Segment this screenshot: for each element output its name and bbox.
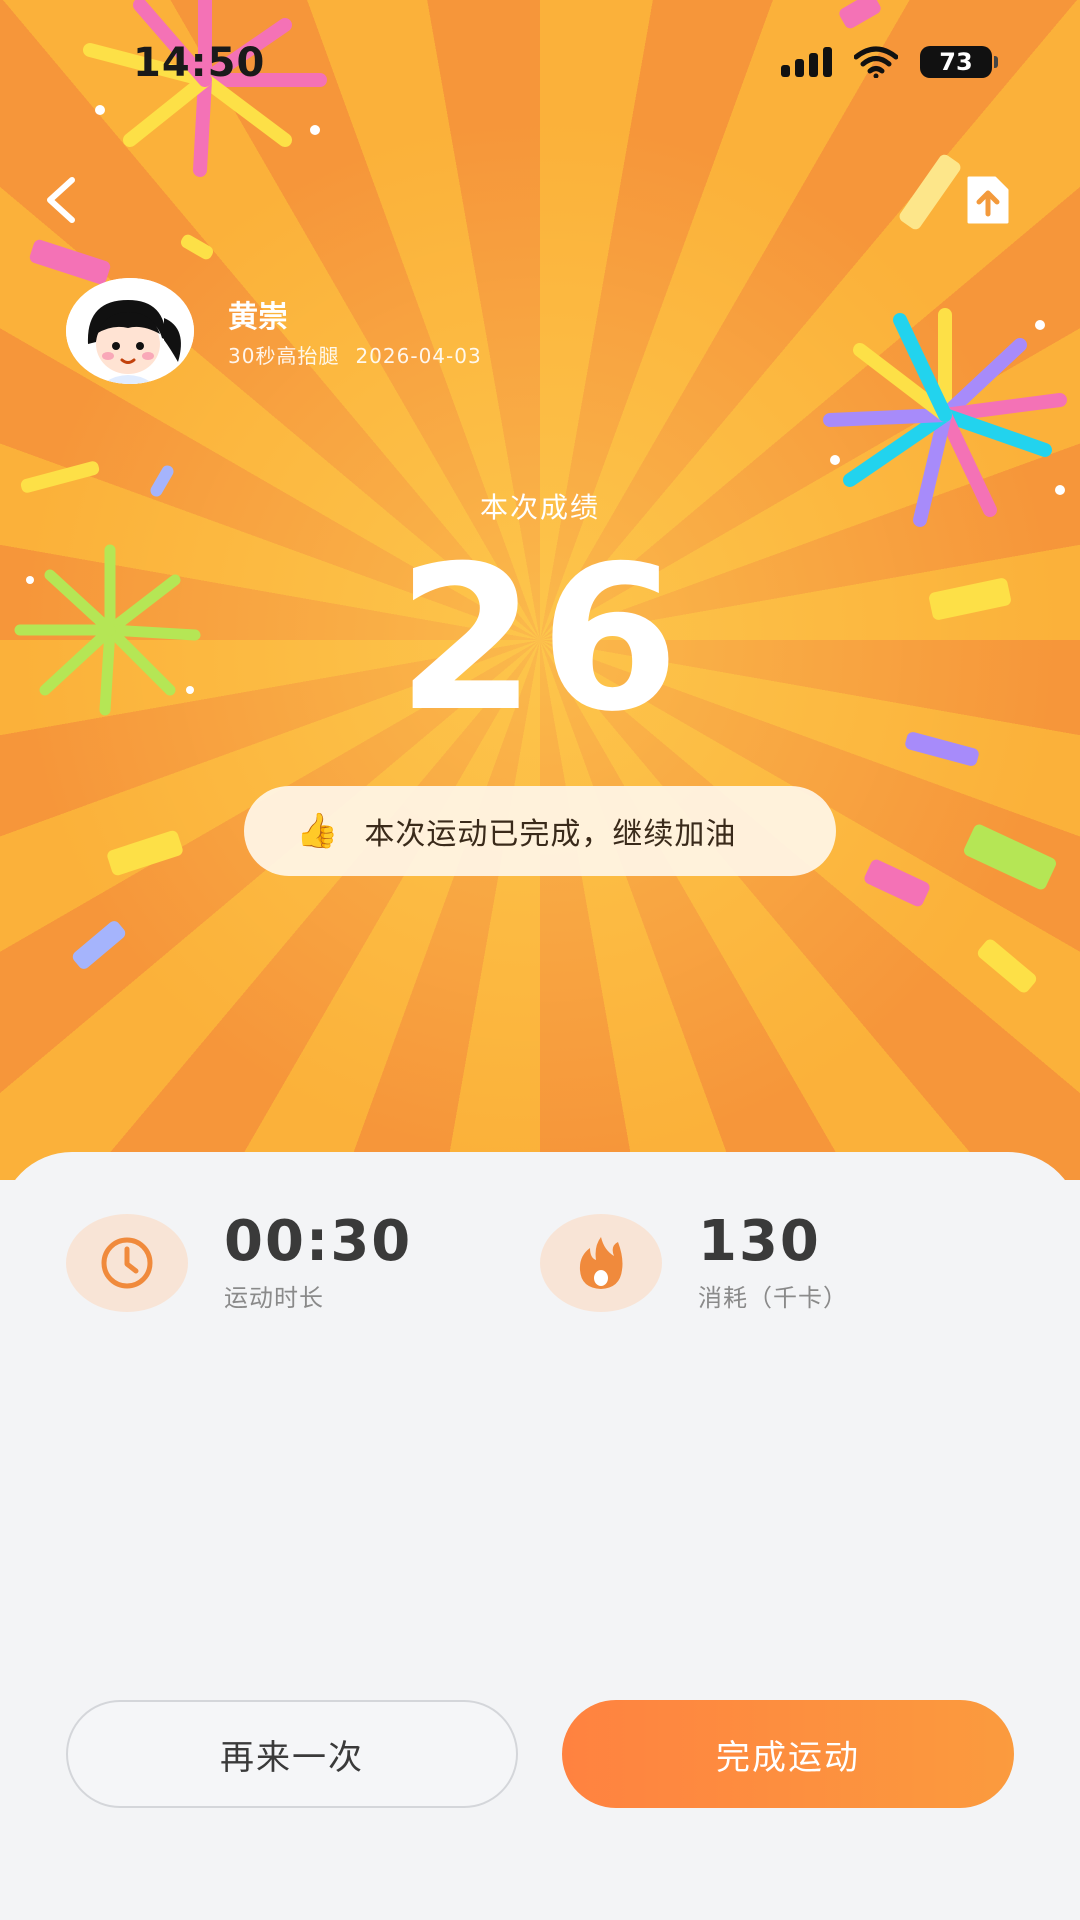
thumbs-up-icon: 👍 <box>296 811 339 851</box>
signal-icon <box>781 47 832 77</box>
share-upload-icon <box>967 176 1009 224</box>
stat-text: 130 消耗（千卡） <box>698 1212 848 1313</box>
status-icons: 73 <box>781 46 998 78</box>
score-label: 本次成绩 <box>479 491 600 524</box>
clock-icon <box>101 1237 153 1288</box>
wifi-icon <box>854 46 898 78</box>
finish-exercise-button[interactable]: 完成运动 <box>562 1700 1014 1808</box>
stat-calories: 130 消耗（千卡） <box>540 1212 848 1313</box>
flame-icon <box>579 1236 623 1289</box>
stats-panel: 00:30 运动时长 130 消耗（千卡） 再来一次 完成运动 <box>0 1152 1080 1920</box>
result-hero: 14:50 73 黄崇 30秒高抬腿 2026-04-03 本次成绩 26 👍 … <box>0 0 1080 1180</box>
stat-icon-wrap <box>540 1213 662 1312</box>
battery-icon: 73 <box>920 46 998 78</box>
battery-level: 73 <box>939 48 973 76</box>
back-arrow-icon <box>47 177 75 223</box>
confetti-decoration <box>837 0 883 31</box>
confetti-decoration <box>105 829 185 877</box>
status-time: 14:50 <box>133 40 266 86</box>
back-button[interactable] <box>28 168 92 232</box>
retry-button[interactable]: 再来一次 <box>66 1700 518 1808</box>
stat-duration: 00:30 运动时长 <box>66 1212 412 1313</box>
encouragement-text: 本次运动已完成，继续加油 <box>364 817 737 852</box>
share-button[interactable] <box>956 168 1020 232</box>
user-name: 黄崇 <box>228 300 288 335</box>
avatar <box>66 278 194 384</box>
stat-text: 00:30 运动时长 <box>224 1212 412 1313</box>
duration-value: 00:30 <box>224 1209 413 1274</box>
firework-decoration <box>83 0 327 177</box>
avatar-girl-icon <box>66 278 194 384</box>
confetti-decoration <box>897 152 963 232</box>
confetti-decoration <box>862 857 932 909</box>
score-value: 26 <box>396 523 684 756</box>
calories-value: 130 <box>698 1209 821 1274</box>
duration-label: 运动时长 <box>224 1284 324 1312</box>
confetti-decoration <box>962 822 1058 892</box>
confetti-decoration <box>70 918 128 972</box>
exercise-date: 2026-04-03 <box>355 344 482 368</box>
encouragement-banner: 👍 本次运动已完成，继续加油 <box>244 786 836 876</box>
confetti-decoration <box>28 238 112 286</box>
calories-label: 消耗（千卡） <box>698 1284 848 1312</box>
stat-icon-wrap <box>66 1213 188 1312</box>
confetti-decoration <box>178 232 216 262</box>
exercise-name: 30秒高抬腿 <box>228 344 340 368</box>
confetti-decoration <box>975 937 1039 995</box>
exercise-info: 30秒高抬腿 2026-04-03 <box>228 340 482 369</box>
